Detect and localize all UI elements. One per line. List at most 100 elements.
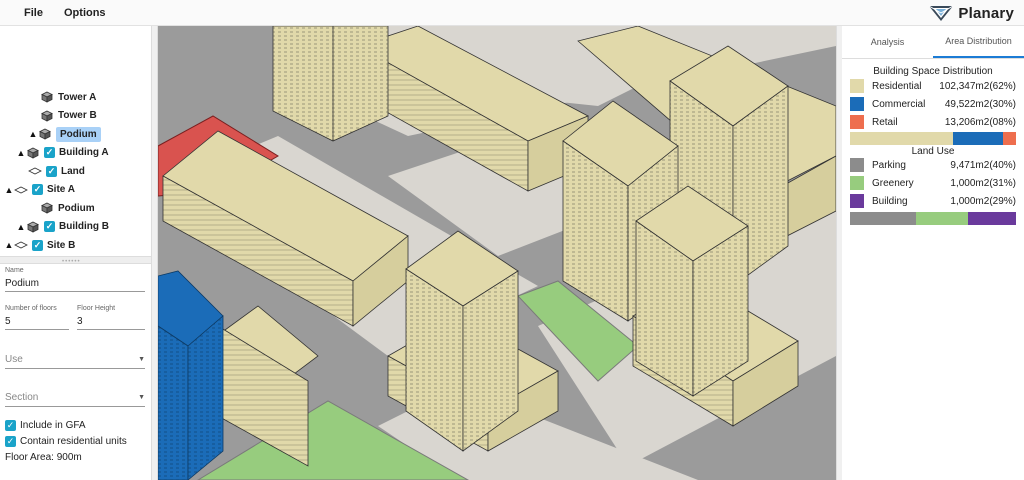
- plane-icon: [14, 241, 28, 249]
- menu-file[interactable]: File: [24, 7, 43, 19]
- floors-input[interactable]: 5: [5, 316, 69, 330]
- cube-icon: [41, 202, 53, 214]
- tree-item[interactable]: Podium: [40, 199, 95, 217]
- name-input[interactable]: Podium: [5, 278, 145, 292]
- legend-name: Greenery: [872, 177, 914, 189]
- legend-swatch: [850, 115, 864, 129]
- commercial-side: [158, 325, 189, 480]
- brand: Planary: [928, 3, 1014, 23]
- land-use-title: Land Use: [911, 146, 955, 157]
- tree-item-label: Land: [61, 165, 85, 177]
- cube-icon: [41, 110, 53, 122]
- legend-swatch: [850, 79, 864, 93]
- tree-item-label: Podium: [56, 126, 101, 142]
- cube-icon: [27, 221, 39, 233]
- floor-height-label: Floor Height: [77, 305, 116, 312]
- bar-segment: [850, 212, 917, 225]
- legend-name: Commercial: [872, 98, 926, 110]
- collapse-caret-icon[interactable]: ▲: [4, 185, 14, 195]
- legend-swatch: [850, 158, 864, 172]
- plane-icon: [28, 167, 42, 175]
- cube-icon: [39, 128, 51, 140]
- legend-row: Building 1,000m2(29%): [850, 194, 1016, 208]
- tree-item-label: Building A: [59, 147, 109, 158]
- left-panel: Tower A Tower B ▲ Podium ▲ ✓ Building A ✓ Land ▲ ✓…: [0, 26, 152, 480]
- legend-value: 1,000m2(31%): [950, 177, 1016, 189]
- cube-icon: [27, 147, 39, 159]
- space-distribution-title: Building Space Distribution: [873, 66, 993, 77]
- space-distribution-bar: [850, 132, 1016, 145]
- visibility-checkbox[interactable]: ✓: [44, 221, 55, 232]
- legend-value: 102,347m2(62%): [939, 80, 1016, 92]
- legend-name: Residential: [872, 80, 922, 92]
- bar-segment: [1002, 132, 1016, 145]
- tree-item[interactable]: ▲ ✓ Site A: [4, 181, 75, 199]
- tab-analysis[interactable]: Analysis: [842, 26, 933, 58]
- legend-name: Building: [872, 195, 908, 207]
- tree-item[interactable]: ▲ ✓ Building B: [16, 218, 109, 236]
- collapse-caret-icon[interactable]: ▲: [16, 222, 26, 232]
- legend-value: 13,206m2(08%): [944, 116, 1016, 128]
- tree-item[interactable]: ▲ Podium: [28, 125, 101, 143]
- panel-splitter[interactable]: ••••••: [0, 256, 151, 265]
- plane-icon: [14, 186, 28, 193]
- menu-bar: File Options Planary: [0, 0, 1024, 26]
- contain-residential-label: Contain residential units: [20, 436, 127, 447]
- include-gfa-checkbox[interactable]: ✓: [5, 420, 16, 431]
- bar-segment: [916, 212, 968, 225]
- floor-height-input[interactable]: 3: [77, 316, 145, 330]
- planary-logo-icon: [929, 5, 954, 21]
- bar-segment: [952, 132, 1003, 145]
- tree-item[interactable]: Tower B: [40, 107, 97, 125]
- tree-item-label: Building B: [59, 221, 109, 232]
- floor-area-text: Floor Area: 900m: [5, 452, 82, 463]
- floors-label: Number of floors: [5, 305, 57, 312]
- land-use-bar: [850, 212, 1016, 225]
- menu-options[interactable]: Options: [64, 7, 106, 19]
- visibility-checkbox[interactable]: ✓: [32, 184, 43, 195]
- legend-row: Parking 9,471m2(40%): [850, 158, 1016, 172]
- tree-item[interactable]: Tower A: [40, 88, 96, 106]
- legend-row: Greenery 1,000m2(31%): [850, 176, 1016, 190]
- tree-item-label: Tower B: [58, 110, 97, 121]
- section-select[interactable]: Section ▼: [5, 392, 145, 407]
- collapse-caret-icon[interactable]: ▲: [28, 129, 38, 139]
- contain-residential-checkbox[interactable]: ✓: [5, 436, 16, 447]
- contain-residential-row[interactable]: ✓ Contain residential units: [5, 436, 127, 447]
- tab-divider: [842, 58, 1024, 59]
- legend-value: 1,000m2(29%): [950, 195, 1016, 207]
- legend-swatch: [850, 176, 864, 190]
- legend-row: Retail 13,206m2(08%): [850, 115, 1016, 129]
- cube-icon: [41, 91, 53, 103]
- brand-name: Planary: [958, 4, 1014, 22]
- legend-row: Residential 102,347m2(62%): [850, 79, 1016, 93]
- legend-value: 49,522m2(30%): [944, 98, 1016, 110]
- legend-swatch: [850, 194, 864, 208]
- tab-area-distribution[interactable]: Area Distribution: [933, 26, 1024, 58]
- tree-item-label: Site B: [47, 239, 76, 251]
- legend-value: 9,471m2(40%): [950, 159, 1016, 171]
- legend-name: Parking: [872, 159, 906, 171]
- tree-item[interactable]: ▲ ✓ Site B: [4, 236, 75, 254]
- include-gfa-row[interactable]: ✓ Include in GFA: [5, 420, 86, 431]
- bar-segment: [850, 132, 953, 145]
- legend-swatch: [850, 97, 864, 111]
- tree-item[interactable]: ✓ Land: [28, 162, 85, 180]
- tree-item-label: Podium: [58, 202, 95, 214]
- use-select-placeholder: Use: [5, 354, 23, 365]
- collapse-caret-icon[interactable]: ▲: [16, 148, 26, 158]
- visibility-checkbox[interactable]: ✓: [44, 147, 55, 158]
- section-select-placeholder: Section: [5, 392, 39, 403]
- name-label: Name: [5, 267, 24, 274]
- dropdown-arrow-icon: ▼: [138, 394, 145, 401]
- tree-item[interactable]: ▲ ✓ Building A: [16, 144, 109, 162]
- visibility-checkbox[interactable]: ✓: [46, 165, 57, 177]
- tree-item-label: Site A: [47, 184, 75, 195]
- collapse-caret-icon[interactable]: ▲: [4, 240, 14, 250]
- right-panel: Analysis Area Distribution Building Spac…: [842, 26, 1024, 480]
- visibility-checkbox[interactable]: ✓: [32, 239, 43, 251]
- 3d-viewport[interactable]: [158, 26, 836, 480]
- bar-segment: [967, 212, 1016, 225]
- include-gfa-label: Include in GFA: [20, 420, 86, 431]
- use-select[interactable]: Use ▼: [5, 354, 145, 369]
